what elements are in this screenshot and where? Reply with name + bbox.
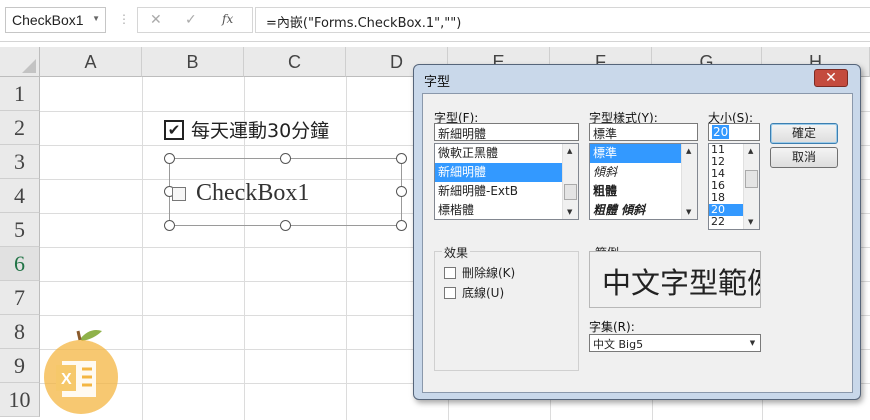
activex-checkbox[interactable]: CheckBox1: [172, 180, 309, 207]
resize-handle[interactable]: [164, 153, 175, 164]
name-box-value: CheckBox1: [12, 12, 84, 28]
gridline: [142, 77, 143, 420]
column-header-b[interactable]: B: [142, 47, 244, 77]
cancel-entry-icon[interactable]: ✕: [150, 12, 162, 28]
row-header-6[interactable]: 6: [0, 247, 40, 281]
underline-label: 底線(U): [462, 286, 505, 300]
resize-handle[interactable]: [396, 220, 407, 231]
cancel-button[interactable]: 取消: [770, 147, 838, 168]
exercise-checkbox[interactable]: ✔ 每天運動30分鐘: [164, 116, 329, 143]
strikeout-label: 刪除線(K): [462, 266, 516, 280]
font-dialog: 字型 ✕ 字型(F): 新細明體 微軟正黑體 新細明體 新細明體-ExtB 標楷…: [413, 64, 861, 400]
scroll-down-icon[interactable]: ▼: [567, 208, 572, 216]
size-list[interactable]: 11 12 14 16 18 20 22 ▲ ▼: [708, 143, 760, 230]
size-input-value: 20: [712, 125, 730, 139]
more-options-icon: ⋮: [118, 12, 130, 26]
resize-handle[interactable]: [280, 153, 291, 164]
excel-orange-logo: X: [44, 330, 118, 414]
scroll-down-icon[interactable]: ▼: [748, 218, 753, 226]
scroll-up-icon[interactable]: ▲: [748, 147, 753, 155]
confirm-entry-icon[interactable]: ✓: [185, 12, 197, 28]
scroll-up-icon[interactable]: ▲: [686, 147, 691, 155]
underline-checkbox[interactable]: 底線(U): [444, 284, 504, 301]
row-header-1[interactable]: 1: [0, 77, 40, 111]
font-list-item[interactable]: 標楷體: [435, 201, 578, 219]
scroll-thumb[interactable]: [745, 170, 758, 188]
row-header-7[interactable]: 7: [0, 281, 40, 315]
gridline: [346, 77, 347, 420]
row-header-3[interactable]: 3: [0, 145, 40, 179]
font-input[interactable]: 新細明體: [434, 123, 579, 141]
font-list[interactable]: 微軟正黑體 新細明體 新細明體-ExtB 標楷體 ▲ ▼: [434, 143, 579, 220]
checkmark-icon[interactable]: ✔: [164, 119, 184, 140]
exercise-checkbox-label: 每天運動30分鐘: [191, 120, 330, 142]
checkbox-box[interactable]: [444, 266, 456, 279]
font-list-item[interactable]: 新細明體-ExtB: [435, 182, 578, 201]
effects-title: 效果: [442, 244, 471, 261]
activex-checkbox-label: CheckBox1: [196, 180, 310, 206]
name-box[interactable]: CheckBox1 ▼: [5, 7, 106, 33]
resize-handle[interactable]: [280, 220, 291, 231]
ok-button[interactable]: 確定: [770, 123, 838, 144]
sample-text: 中文字型範例: [602, 266, 761, 300]
formula-buttons: ✕ ✓ fx: [137, 7, 253, 33]
row-header-2[interactable]: 2: [0, 111, 40, 145]
checkbox-box[interactable]: [172, 186, 186, 201]
close-icon[interactable]: ✕: [814, 69, 848, 87]
strikeout-checkbox[interactable]: 刪除線(K): [444, 264, 515, 281]
script-select-value: 中文 Big5: [593, 338, 644, 351]
style-list[interactable]: 標準 傾斜 粗體 粗體 傾斜 ▲ ▼: [589, 143, 698, 220]
scroll-thumb[interactable]: [564, 184, 577, 200]
insert-function-icon[interactable]: fx: [222, 12, 233, 26]
dialog-title: 字型: [424, 75, 451, 90]
script-select[interactable]: 中文 Big5 ▼: [589, 334, 761, 352]
font-list-item[interactable]: 微軟正黑體: [435, 144, 578, 163]
sample-preview: 中文字型範例: [589, 251, 761, 308]
row-header-5[interactable]: 5: [0, 213, 40, 247]
size-input[interactable]: 20: [708, 123, 760, 141]
font-list-item[interactable]: 新細明體: [435, 163, 578, 182]
resize-handle[interactable]: [164, 220, 175, 231]
row-header-9[interactable]: 9: [0, 349, 40, 383]
dialog-body: 字型(F): 新細明體 微軟正黑體 新細明體 新細明體-ExtB 標楷體 ▲ ▼…: [422, 93, 853, 393]
column-header-a[interactable]: A: [40, 47, 142, 77]
resize-handle[interactable]: [396, 186, 407, 197]
scroll-down-icon[interactable]: ▼: [686, 208, 691, 216]
formula-input[interactable]: =內嵌("Forms.CheckBox.1",""): [255, 7, 870, 33]
column-header-c[interactable]: C: [244, 47, 346, 77]
chevron-down-icon[interactable]: ▼: [92, 14, 100, 23]
scroll-up-icon[interactable]: ▲: [567, 147, 572, 155]
size-list-scrollbar[interactable]: ▲ ▼: [743, 144, 759, 229]
row-header-8[interactable]: 8: [0, 315, 40, 349]
row-header-4[interactable]: 4: [0, 179, 40, 213]
svg-text:X: X: [61, 371, 72, 388]
style-input[interactable]: 標準: [589, 123, 698, 141]
row-header-10[interactable]: 10: [0, 383, 40, 417]
resize-handle[interactable]: [396, 153, 407, 164]
font-list-scrollbar[interactable]: ▲ ▼: [562, 144, 578, 219]
formula-bar: CheckBox1 ▼ ⋮ ✕ ✓ fx =內嵌("Forms.CheckBox…: [0, 0, 870, 42]
checkbox-box[interactable]: [444, 286, 456, 299]
script-label: 字集(R):: [589, 320, 635, 334]
style-list-scrollbar[interactable]: ▲ ▼: [681, 144, 697, 219]
select-all-corner[interactable]: [0, 47, 40, 77]
chevron-down-icon[interactable]: ▼: [745, 335, 760, 351]
